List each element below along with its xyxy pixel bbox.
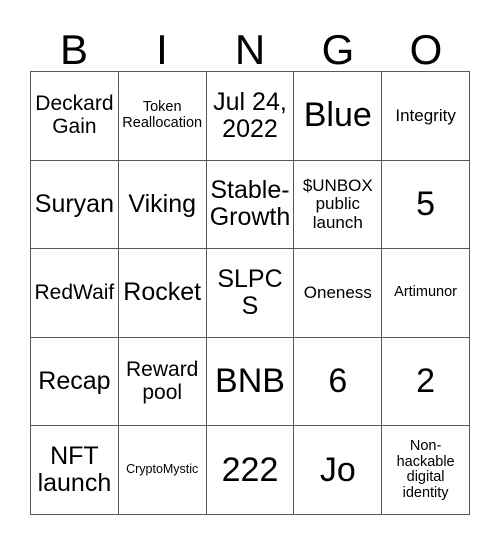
- bingo-cell-label: Blue: [303, 96, 372, 135]
- bingo-cell-r4c2[interactable]: Reward pool: [118, 337, 207, 427]
- bingo-header-letter-o: O: [409, 26, 443, 73]
- bingo-cell-r4c4[interactable]: 6: [294, 337, 383, 427]
- bingo-cell-r1c4[interactable]: Blue: [294, 72, 383, 161]
- bingo-cell-r3c5[interactable]: Artimunor: [382, 249, 470, 338]
- bingo-card: B I N G O Deckard Gain Token Reallocation…: [0, 0, 500, 544]
- bingo-cell-r5c3[interactable]: 222: [206, 426, 295, 515]
- bingo-header-letter-b: B: [59, 26, 88, 73]
- bingo-cell-label: Viking: [128, 189, 197, 218]
- bingo-cell-label: Artimunor: [394, 284, 458, 301]
- bingo-cell-r3c3[interactable]: SLPCS: [206, 249, 295, 338]
- bingo-header-letter-g: G: [321, 26, 355, 73]
- bingo-cell-label: Stable-Growth: [209, 176, 291, 232]
- bingo-cell-label: Rocket: [123, 278, 202, 307]
- bingo-cell-r5c4[interactable]: Jo: [294, 426, 383, 515]
- bingo-cell-label: Token Reallocation: [122, 99, 203, 131]
- bingo-cell-label: NFT launch: [37, 442, 112, 498]
- bingo-cell-label: Deckard Gain: [35, 92, 114, 138]
- bingo-cell-r2c4[interactable]: $UNBOX public launch: [294, 160, 383, 250]
- bingo-cell-label: Jul 24, 2022: [213, 87, 287, 143]
- bingo-cell-r5c1[interactable]: NFT launch: [31, 426, 119, 515]
- bingo-cell-r4c5[interactable]: 2: [382, 337, 470, 427]
- bingo-cell-label: 222: [221, 450, 279, 489]
- bingo-cell-r1c5[interactable]: Integrity: [382, 72, 470, 161]
- bingo-cell-label: 2: [416, 362, 436, 401]
- bingo-cell-r2c1[interactable]: Suryan: [31, 160, 119, 250]
- bingo-cell-r1c2[interactable]: Token Reallocation: [118, 72, 207, 161]
- bingo-cell-label: RedWaif: [34, 280, 115, 304]
- bingo-cell-r5c2[interactable]: CryptoMystic: [118, 426, 207, 515]
- bingo-cell-r1c3[interactable]: Jul 24, 2022: [206, 72, 295, 161]
- bingo-header-letter-n: N: [234, 26, 266, 73]
- bingo-cell-r2c2[interactable]: Viking: [118, 160, 207, 250]
- bingo-header-letter-i: I: [156, 26, 168, 73]
- bingo-cell-r3c4[interactable]: Oneness: [294, 249, 383, 338]
- bingo-cell-r3c1[interactable]: RedWaif: [31, 249, 119, 338]
- bingo-cell-r1c1[interactable]: Deckard Gain: [31, 72, 119, 161]
- bingo-cell-label: Integrity: [395, 105, 456, 125]
- bingo-cell-r4c3[interactable]: BNB: [206, 337, 295, 427]
- bingo-header-row: B I N G O: [30, 16, 470, 71]
- bingo-cell-label: Reward pool: [126, 357, 199, 404]
- bingo-cell-r3c2[interactable]: Rocket: [118, 249, 207, 338]
- bingo-cell-label: CryptoMystic: [126, 462, 199, 477]
- bingo-cell-label: Suryan: [34, 189, 114, 218]
- bingo-cell-label: 5: [416, 185, 436, 224]
- bingo-cell-label: Recap: [38, 367, 111, 396]
- bingo-cell-r5c5[interactable]: Non-hackable digital identity: [382, 426, 470, 515]
- bingo-cell-label: Non-hackable digital identity: [396, 437, 455, 501]
- bingo-grid: Deckard Gain Token Reallocation Jul 24, 20…: [30, 71, 470, 515]
- bingo-cell-r2c5[interactable]: 5: [382, 160, 470, 250]
- bingo-cell-r4c1[interactable]: Recap: [31, 337, 119, 427]
- bingo-cell-label: Oneness: [303, 282, 372, 302]
- bingo-cell-label: $UNBOX public launch: [302, 175, 373, 232]
- bingo-cell-label: BNB: [215, 362, 285, 401]
- bingo-cell-r2c3[interactable]: Stable-Growth: [206, 160, 295, 250]
- bingo-cell-label: SLPCS: [217, 264, 283, 320]
- bingo-cell-label: Jo: [319, 450, 356, 489]
- bingo-cell-label: 6: [328, 362, 348, 401]
